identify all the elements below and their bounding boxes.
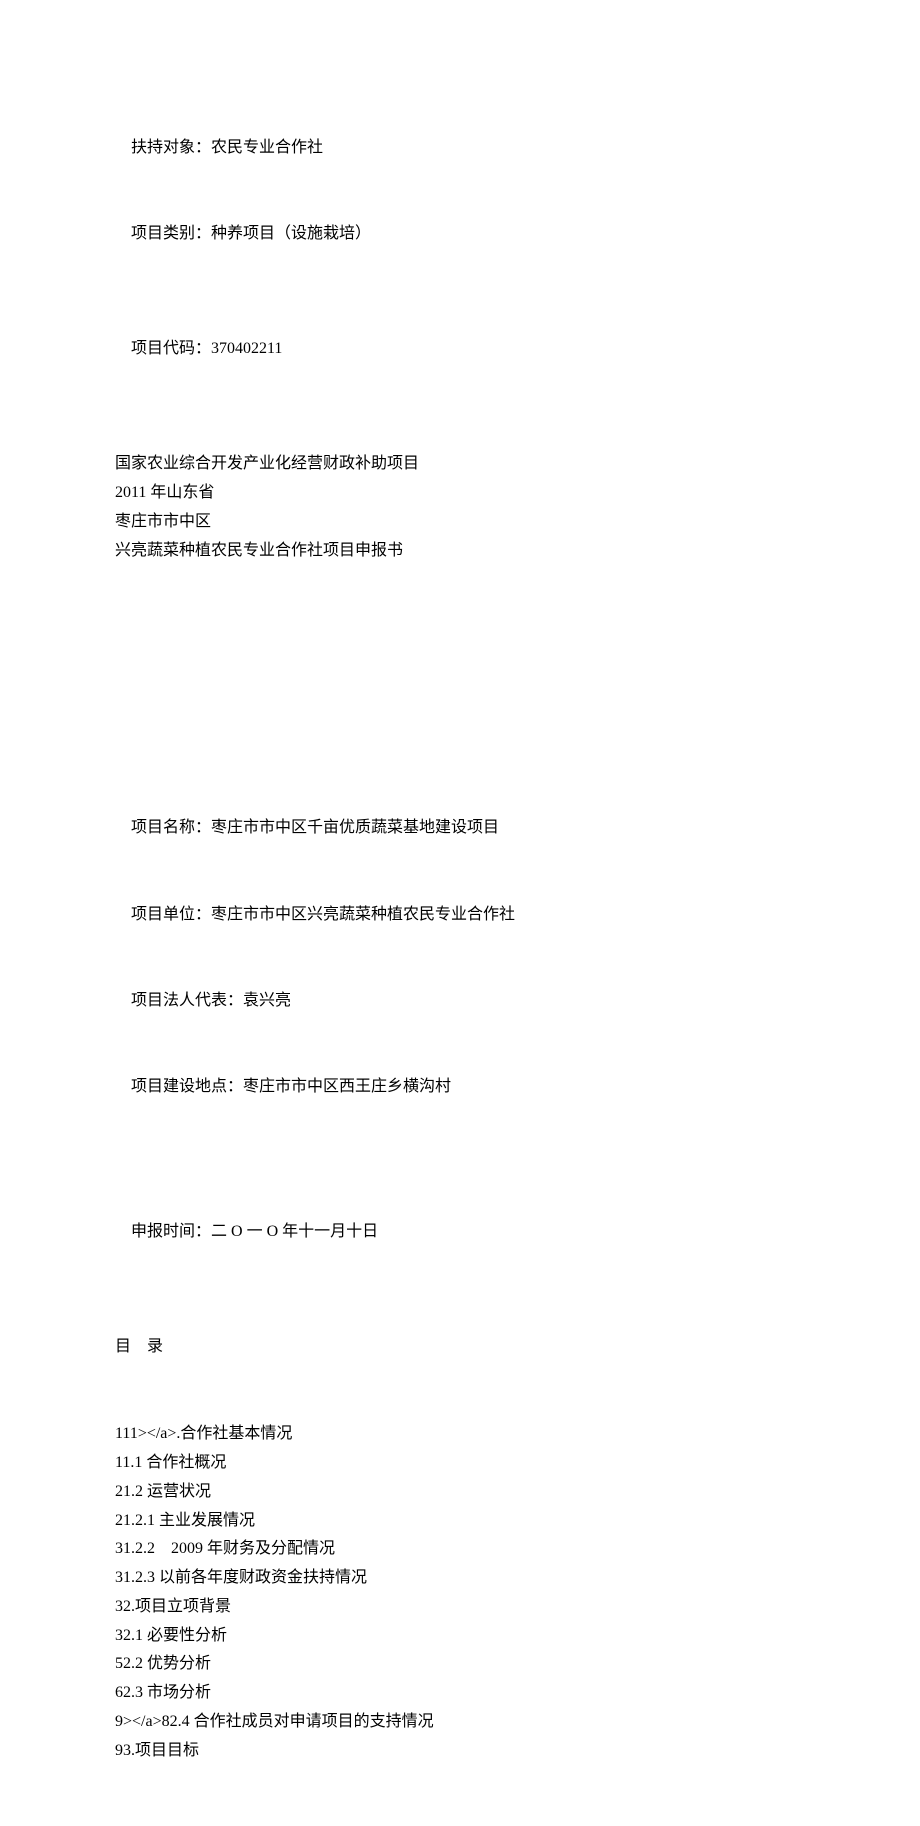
title-line-3: 枣庄市市中区 bbox=[115, 508, 805, 537]
project-code-line: 项目代码：370402211 bbox=[115, 306, 805, 392]
project-unit-label: 项目单位： bbox=[131, 906, 211, 923]
location-line: 项目建设地点：枣庄市市中区西王庄乡横沟村 bbox=[115, 1045, 805, 1131]
toc-item: 11.1 合作社概况 bbox=[115, 1449, 805, 1478]
support-target-line: 扶持对象：农民专业合作社 bbox=[115, 105, 805, 191]
submission-time-value: 二 O 一 O 年十一月十日 bbox=[211, 1223, 378, 1240]
toc-title: 目 录 bbox=[115, 1333, 805, 1362]
spacer bbox=[115, 1131, 805, 1189]
toc-item: 21.2.1 主业发展情况 bbox=[115, 1507, 805, 1536]
toc-item: 9></a>82.4 合作社成员对申请项目的支持情况 bbox=[115, 1708, 805, 1737]
submission-time-line: 申报时间：二 O 一 O 年十一月十日 bbox=[115, 1189, 805, 1275]
project-name-line: 项目名称：枣庄市市中区千亩优质蔬菜基地建设项目 bbox=[115, 785, 805, 871]
toc-item: 31.2.2 2009 年财务及分配情况 bbox=[115, 1535, 805, 1564]
support-target-label: 扶持对象： bbox=[131, 139, 211, 156]
project-code-label: 项目代码： bbox=[131, 340, 211, 357]
toc-item: 21.2 运营状况 bbox=[115, 1478, 805, 1507]
spacer bbox=[115, 565, 805, 785]
project-code-value: 370402211 bbox=[211, 340, 282, 357]
spacer bbox=[115, 392, 805, 450]
spacer bbox=[115, 1362, 805, 1420]
project-category-line: 项目类别：种养项目（设施栽培） bbox=[115, 191, 805, 277]
toc-item: 93.项目目标 bbox=[115, 1737, 805, 1766]
toc-item: 52.2 优势分析 bbox=[115, 1650, 805, 1679]
project-category-label: 项目类别： bbox=[131, 225, 211, 242]
project-name-label: 项目名称： bbox=[131, 819, 211, 836]
legal-rep-label: 项目法人代表： bbox=[131, 992, 243, 1009]
toc-item: 62.3 市场分析 bbox=[115, 1679, 805, 1708]
toc-item: 32.项目立项背景 bbox=[115, 1593, 805, 1622]
project-unit-line: 项目单位：枣庄市市中区兴亮蔬菜种植农民专业合作社 bbox=[115, 872, 805, 958]
spacer bbox=[115, 1275, 805, 1333]
location-value: 枣庄市市中区西王庄乡横沟村 bbox=[243, 1078, 451, 1095]
spacer bbox=[115, 278, 805, 306]
location-label: 项目建设地点： bbox=[131, 1078, 243, 1095]
legal-rep-value: 袁兴亮 bbox=[243, 992, 291, 1009]
project-category-value: 种养项目（设施栽培） bbox=[211, 225, 371, 242]
toc-item: 111></a>.合作社基本情况 bbox=[115, 1420, 805, 1449]
title-line-1: 国家农业综合开发产业化经营财政补助项目 bbox=[115, 450, 805, 479]
support-target-value: 农民专业合作社 bbox=[211, 139, 323, 156]
legal-rep-line: 项目法人代表：袁兴亮 bbox=[115, 958, 805, 1044]
document-page: 扶持对象：农民专业合作社 项目类别：种养项目（设施栽培） 项目代码：370402… bbox=[0, 0, 920, 1826]
toc-list: 111></a>.合作社基本情况 11.1 合作社概况 21.2 运营状况 21… bbox=[115, 1420, 805, 1766]
toc-item: 32.1 必要性分析 bbox=[115, 1622, 805, 1651]
title-line-4: 兴亮蔬菜种植农民专业合作社项目申报书 bbox=[115, 537, 805, 566]
project-name-value: 枣庄市市中区千亩优质蔬菜基地建设项目 bbox=[211, 819, 499, 836]
title-line-2: 2011 年山东省 bbox=[115, 479, 805, 508]
submission-time-label: 申报时间： bbox=[131, 1223, 211, 1240]
toc-item: 31.2.3 以前各年度财政资金扶持情况 bbox=[115, 1564, 805, 1593]
project-unit-value: 枣庄市市中区兴亮蔬菜种植农民专业合作社 bbox=[211, 906, 515, 923]
